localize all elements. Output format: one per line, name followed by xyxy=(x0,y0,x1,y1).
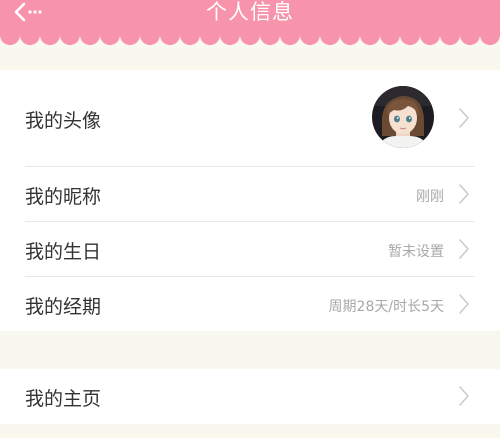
header-bar: 个人信息 xyxy=(0,0,500,48)
nickname-value: 刚刚 xyxy=(416,189,444,205)
birthday-label: 我的生日 xyxy=(25,241,102,263)
period-label: 我的经期 xyxy=(25,296,102,318)
period-value: 周期28天/时长5天 xyxy=(328,299,444,315)
chevron-right-icon xyxy=(458,385,470,407)
homepage-section: 我的主页 xyxy=(0,369,500,424)
avatar[interactable] xyxy=(372,86,434,148)
period-row[interactable]: 我的经期 周期28天/时长5天 xyxy=(0,277,500,331)
avatar-row[interactable]: 我的头像 xyxy=(0,70,500,166)
birthday-row[interactable]: 我的生日 暂未设置 xyxy=(0,222,500,276)
chevron-right-icon xyxy=(458,107,470,129)
homepage-row[interactable]: 我的主页 xyxy=(0,369,500,424)
avatar-label: 我的头像 xyxy=(25,110,102,132)
page-title: 个人信息 xyxy=(206,0,294,24)
personal-info-page: 个人信息 我的头像 我的昵称 刚刚 我的生日 暂未设置 我的经期 周期28天/时… xyxy=(0,0,500,438)
chevron-right-icon xyxy=(458,293,470,315)
nickname-label: 我的昵称 xyxy=(25,186,102,208)
chevron-right-icon xyxy=(458,183,470,205)
birthday-value: 暂未设置 xyxy=(388,244,444,260)
avatar-photo xyxy=(372,86,434,148)
nickname-row[interactable]: 我的昵称 刚刚 xyxy=(0,167,500,221)
profile-info-section: 我的头像 我的昵称 刚刚 我的生日 暂未设置 我的经期 周期28天/时长5天 xyxy=(0,70,500,331)
chevron-right-icon xyxy=(458,238,470,260)
homepage-label: 我的主页 xyxy=(25,388,102,410)
